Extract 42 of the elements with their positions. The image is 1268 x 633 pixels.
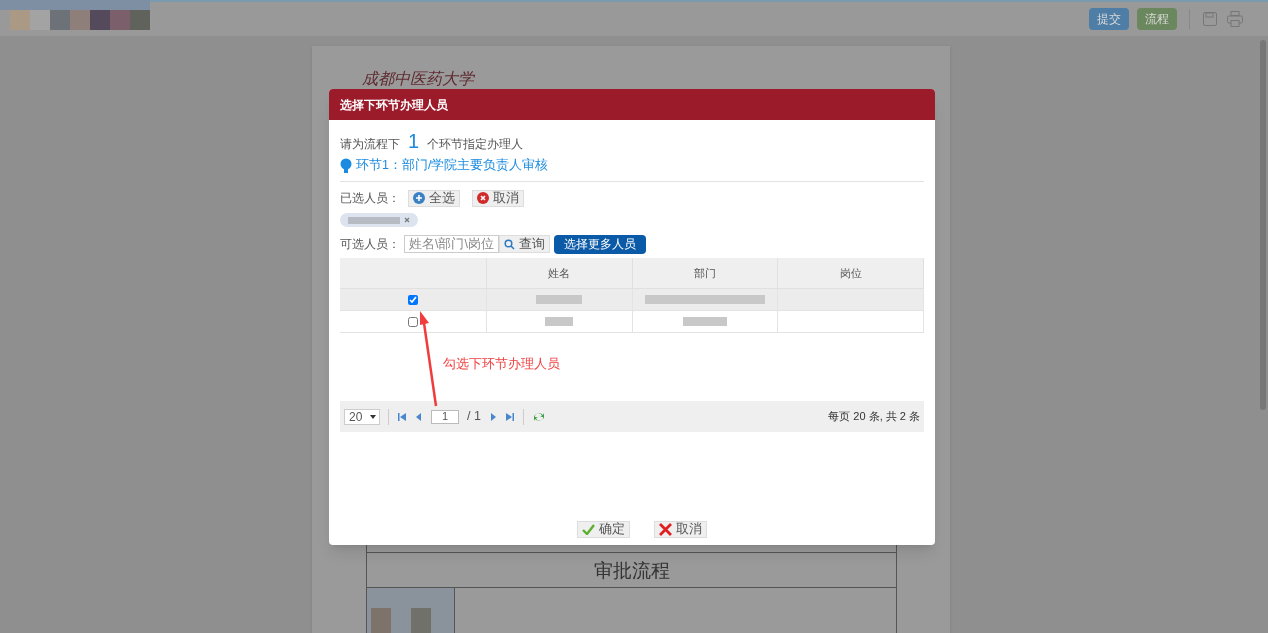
footer-button[interactable]: 取消 <box>654 521 707 538</box>
blurred-text <box>682 317 727 326</box>
plus-icon <box>413 192 425 204</box>
pager-summary: 每页 20 条, 共 2 条 <box>828 409 920 425</box>
footer-button[interactable]: 确定 <box>577 521 630 538</box>
column-header: 部门 <box>632 258 779 288</box>
blurred-text <box>545 317 574 326</box>
page-total: / 1 <box>467 408 481 426</box>
first-page-icon[interactable] <box>397 411 407 422</box>
search-icon <box>504 238 515 250</box>
logo-text: 成都中医药大学 <box>362 71 476 87</box>
close-icon <box>477 192 489 204</box>
previous-page-icon[interactable] <box>415 411 423 422</box>
selected-label: 已选人员： <box>340 190 400 207</box>
dialog-title: 选择下环节办理人员 <box>329 89 935 120</box>
prompt-text: 个环节指定办理人 <box>427 136 524 153</box>
lightbulb-icon <box>340 157 352 174</box>
row-checkbox[interactable] <box>407 294 418 305</box>
more-people-button[interactable]: 选择更多人员 <box>554 234 646 254</box>
annotation-text: 勾选下环节办理人员 <box>443 356 560 373</box>
page-size-select[interactable]: 20 <box>344 408 380 425</box>
refresh-icon[interactable] <box>531 410 546 423</box>
clear-button[interactable]: 取消 <box>472 189 524 207</box>
caret-icon <box>370 414 376 419</box>
step-count: 1 <box>408 129 420 154</box>
select-all-button[interactable]: 全选 <box>408 189 460 207</box>
page-field[interactable]: 1 <box>431 409 459 424</box>
last-page-icon[interactable] <box>504 411 515 422</box>
search-button[interactable]: 查询 <box>499 235 550 253</box>
prompt-text: 请为流程下 <box>340 136 400 153</box>
person-chip[interactable] <box>340 213 418 227</box>
close-icon[interactable] <box>404 217 410 223</box>
column-header: 姓名 <box>486 258 633 288</box>
search-field[interactable]: 姓名\部门\岗位 <box>404 235 499 253</box>
column-header: 岗位 <box>778 258 924 288</box>
blurred-text <box>536 295 583 304</box>
row-checkbox[interactable] <box>407 316 418 327</box>
step-title: 环节1：部门/学院主要负责人审核 <box>356 157 549 175</box>
close-icon <box>659 523 672 536</box>
available-label: 可选人员： <box>340 236 400 253</box>
next-page-icon[interactable] <box>488 411 497 422</box>
checkmark-icon <box>582 524 595 535</box>
